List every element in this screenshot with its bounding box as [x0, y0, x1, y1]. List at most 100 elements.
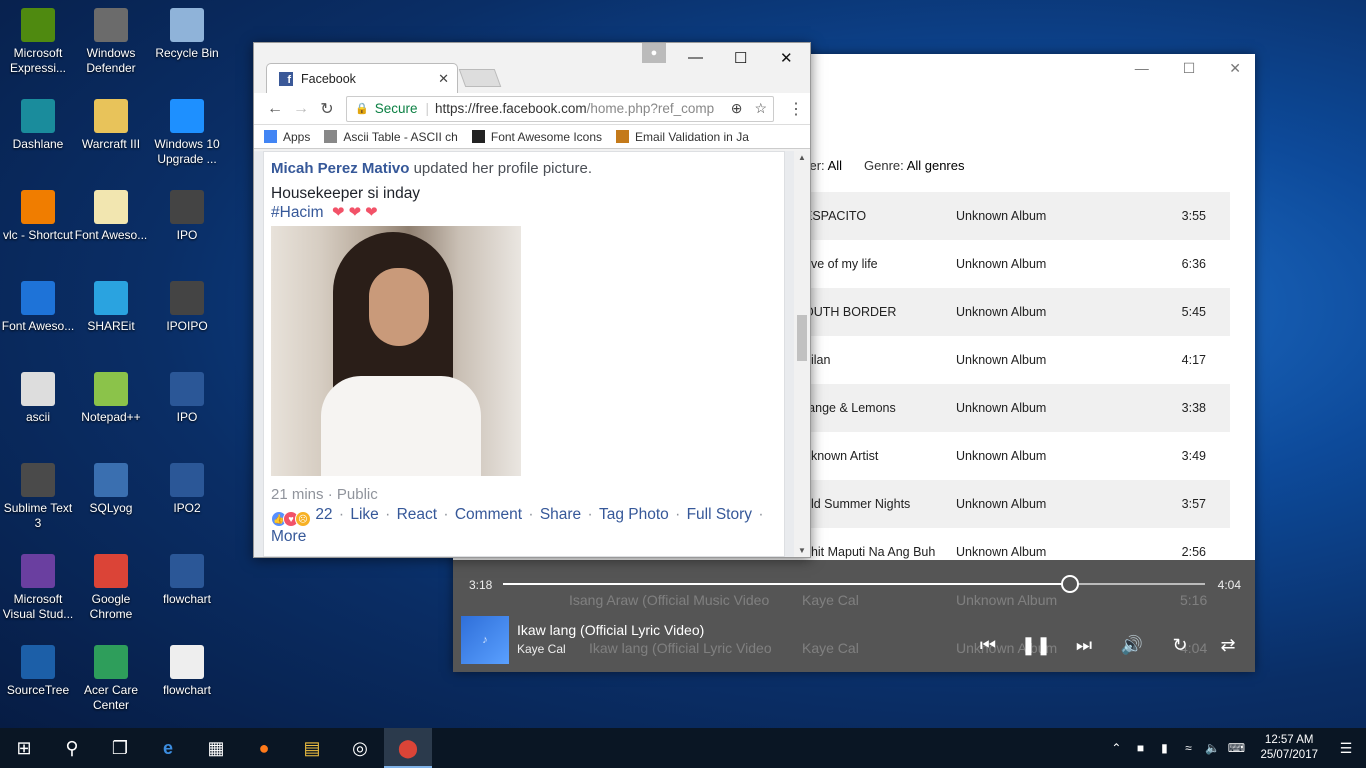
start-windows-icon[interactable]: ⊞ [0, 728, 48, 768]
desktop-icon-label: IPOIPO [166, 319, 208, 333]
chrome-menu-icon[interactable]: ⋮ [788, 99, 804, 119]
song-row[interactable]: range & Lemons Unknown Album 3:38 [798, 384, 1230, 432]
word-icon [170, 554, 204, 588]
desktop-icon[interactable]: Font Aweso... [0, 275, 76, 334]
song-row[interactable]: nknown Artist Unknown Album 3:49 [798, 432, 1230, 480]
desktop-icon[interactable]: Google Chrome [73, 548, 149, 622]
minimize-icon[interactable]: — [688, 49, 703, 66]
post-action-link[interactable]: Tag Photo [599, 506, 669, 523]
list-item: Ikaw lang (Official Lyric Video Kaye Cal… [589, 640, 1208, 656]
close-icon[interactable]: ✕ [1229, 60, 1241, 77]
pause-icon[interactable]: ❚❚ [1021, 632, 1051, 658]
back-icon[interactable]: ← [262, 100, 288, 118]
post-hashtag[interactable]: #Hacim [271, 204, 324, 221]
desktop-icon[interactable]: Microsoft Expressi... [0, 2, 76, 76]
groove-music-icon[interactable]: ◎ [336, 728, 384, 768]
maximize-icon[interactable]: ☐ [1183, 60, 1196, 77]
bookmark-item[interactable]: Apps [264, 130, 310, 144]
firefox-icon[interactable]: ● [240, 728, 288, 768]
post-time[interactable]: 21 mins [271, 486, 324, 503]
post-action-link[interactable]: Like [350, 506, 378, 523]
desktop-icon[interactable]: Font Aweso... [73, 184, 149, 243]
forward-icon[interactable]: → [288, 100, 314, 118]
profile-photo[interactable] [271, 226, 521, 476]
close-tab-icon[interactable]: ✕ [438, 71, 449, 87]
desktop-icon[interactable]: Windows Defender [73, 2, 149, 76]
wifi-icon[interactable]: ≈ [1176, 741, 1200, 755]
flag-icon [471, 130, 485, 143]
show-hidden-icons-icon[interactable]: ⌃ [1104, 741, 1128, 755]
desktop-icon[interactable]: SourceTree [0, 639, 76, 698]
edge-icon[interactable]: e [144, 728, 192, 768]
scroll-up-icon[interactable]: ▲ [798, 153, 806, 162]
reactions-icon[interactable]: 👍 ♥ ☹ [271, 511, 311, 527]
seek-handle[interactable] [1060, 575, 1079, 593]
desktop-icon[interactable]: IPOIPO [149, 275, 225, 334]
post-action-link[interactable]: Comment [455, 506, 522, 523]
song-row[interactable]: ESPACITO Unknown Album 3:55 [798, 192, 1230, 240]
tab-facebook[interactable]: f Facebook ✕ [266, 63, 458, 93]
keyboard-icon[interactable]: ⌨ [1224, 741, 1248, 755]
desktop-icon[interactable]: flowchart [149, 639, 225, 698]
desktop-icon[interactable]: Notepad++ [73, 366, 149, 425]
clock[interactable]: 12:57 AM 25/07/2017 [1260, 733, 1318, 763]
scroll-down-icon[interactable]: ▼ [798, 546, 806, 555]
desktop-icon[interactable]: SQLyog [73, 457, 149, 516]
desktop-icon[interactable]: IPO [149, 366, 225, 425]
seek-bar[interactable] [503, 575, 1205, 593]
reactions-count[interactable]: 22 [315, 506, 332, 523]
shuffle-icon[interactable]: ⇄ [1215, 632, 1241, 658]
task-view-icon[interactable]: ❐ [96, 728, 144, 768]
chrome-icon[interactable]: ⬤ [384, 728, 432, 768]
repeat-icon[interactable]: ↻ [1167, 632, 1193, 658]
next-icon[interactable]: ⏭ [1071, 632, 1097, 658]
desktop-icon[interactable]: Recycle Bin [149, 2, 225, 61]
reload-icon[interactable]: ↻ [314, 99, 340, 119]
song-row[interactable]: OUTH BORDER Unknown Album 5:45 [798, 288, 1230, 336]
elapsed-time: 3:18 [469, 578, 493, 592]
desktop-icon[interactable]: IPO [149, 184, 225, 243]
song-row[interactable]: ailan Unknown Album 4:17 [798, 336, 1230, 384]
previous-icon[interactable]: ⏮ [975, 632, 1001, 658]
speaker-icon[interactable]: 🔈 [1200, 741, 1224, 755]
minimize-icon[interactable]: — [1135, 60, 1149, 77]
bookmark-item[interactable]: Ascii Table - ASCII ch [324, 130, 458, 144]
desktop-icon[interactable]: ascii [0, 366, 76, 425]
zoom-icon[interactable]: ⊕ [731, 100, 743, 117]
desktop-icon[interactable]: Dashlane [0, 93, 76, 152]
scrollbar-thumb[interactable] [797, 315, 807, 361]
action-center-icon[interactable]: ☰ [1326, 740, 1366, 757]
app-tray-icon[interactable]: ■ [1128, 741, 1152, 755]
volume-icon[interactable]: 🔊 [1119, 632, 1145, 658]
desktop-icon[interactable]: Windows 10 Upgrade ... [149, 93, 225, 167]
search-icon[interactable]: ⚲ [48, 728, 96, 768]
genre-control[interactable]: Genre: All genres [864, 158, 964, 173]
post-author[interactable]: Micah Perez Mativo [271, 160, 409, 177]
bookmark-item[interactable]: Font Awesome Icons [471, 130, 602, 144]
desktop-icon[interactable]: Sublime Text 3 [0, 457, 76, 531]
desktop-icon[interactable]: Warcraft III [73, 93, 149, 152]
maximize-icon[interactable]: ☐ [734, 49, 747, 67]
file-explorer-icon[interactable]: ▤ [288, 728, 336, 768]
desktop-icon[interactable]: Microsoft Visual Stud... [0, 548, 76, 622]
close-icon[interactable]: ✕ [780, 49, 793, 67]
song-row[interactable]: old Summer Nights Unknown Album 3:57 [798, 480, 1230, 528]
desktop-icon[interactable]: vlc - Shortcut [0, 184, 76, 243]
post-action-link[interactable]: React [397, 506, 438, 523]
user-profile-icon[interactable]: ● [642, 43, 666, 63]
post-action-link[interactable]: Share [540, 506, 581, 523]
more-link[interactable]: More [271, 528, 306, 545]
desktop-icon[interactable]: SHAREit [73, 275, 149, 334]
desktop-icon[interactable]: IPO2 [149, 457, 225, 516]
scrollbar[interactable]: ▲ ▼ [794, 151, 810, 557]
bookmark-item[interactable]: Email Validation in Ja [616, 130, 749, 144]
song-row[interactable]: ove of my life Unknown Album 6:36 [798, 240, 1230, 288]
address-bar[interactable]: 🔒 Secure | https://free.facebook.com/hom… [346, 95, 774, 122]
desktop-icon[interactable]: flowchart [149, 548, 225, 607]
desktop-icon[interactable]: Acer Care Center [73, 639, 149, 713]
bookmark-star-icon[interactable]: ☆ [754, 100, 767, 117]
store-icon[interactable]: ▦ [192, 728, 240, 768]
battery-icon[interactable]: ▮ [1152, 741, 1176, 755]
post-action-link[interactable]: Full Story [687, 506, 752, 523]
new-tab-button[interactable] [458, 69, 502, 87]
